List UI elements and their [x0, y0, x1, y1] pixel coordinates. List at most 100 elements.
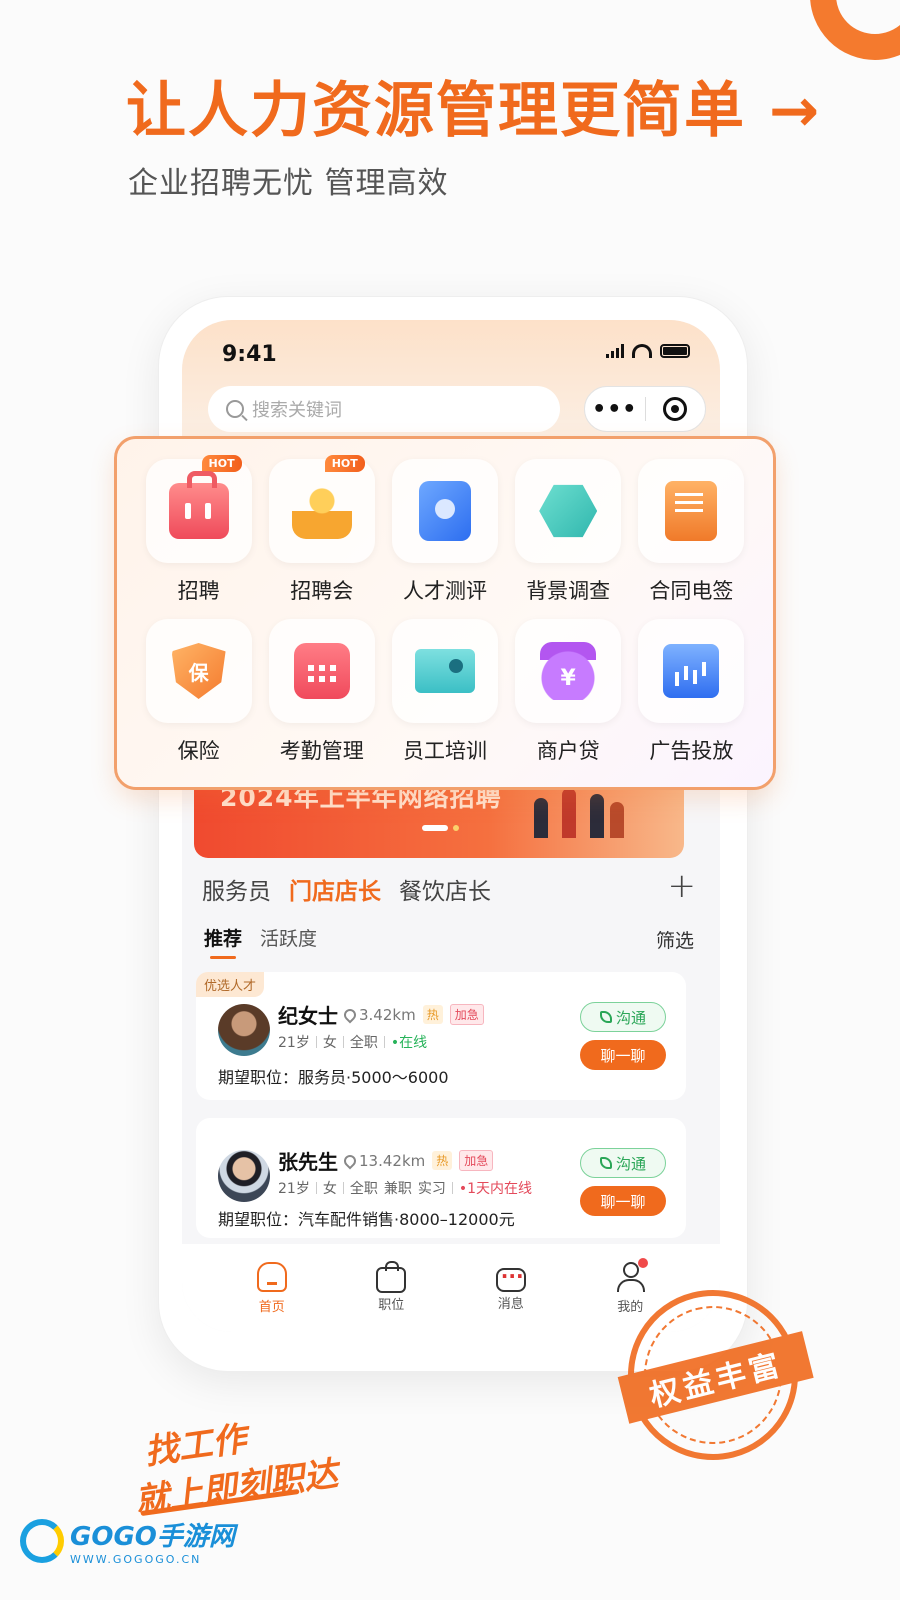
subheadline: 企业招聘无忧 管理高效 — [128, 166, 449, 201]
feature-tile — [391, 619, 498, 723]
feature-merchant-loan[interactable]: ¥ 商户贷 — [507, 619, 630, 765]
feature-label: 保险 — [177, 739, 220, 763]
candidate-meta: 21岁 女 全职 •在线 — [278, 1032, 427, 1052]
bar-chart-icon — [663, 644, 720, 698]
people-icon — [291, 483, 352, 539]
feature-e-contract[interactable]: 合同电签 — [630, 459, 753, 605]
gender: 女 — [322, 1181, 337, 1197]
candidate-name: 纪女士 — [278, 1004, 338, 1028]
stamp-text: 权益丰富 — [646, 1347, 787, 1415]
feature-tile — [268, 619, 375, 723]
tab-jobs[interactable]: 职位 — [361, 1260, 421, 1313]
target-icon — [663, 397, 688, 421]
candidate-name: 张先生 — [278, 1150, 338, 1174]
tab-activity[interactable]: 活跃度 — [260, 924, 317, 951]
feature-insurance[interactable]: 保 保险 — [137, 619, 260, 765]
shield-icon: 保 — [171, 643, 226, 699]
search-icon — [226, 400, 244, 418]
distance-value: 3.42km — [359, 1005, 416, 1024]
signal-icon — [606, 344, 624, 358]
contract-icon — [665, 481, 718, 541]
watermark-url: WWW.GOGOGO.CN — [70, 1553, 202, 1566]
message-icon — [495, 1264, 526, 1292]
close-miniapp-button[interactable] — [646, 397, 706, 421]
contact-button[interactable]: 沟通 — [580, 1148, 666, 1178]
calendar-icon — [293, 643, 350, 699]
hot-badge: HOT — [201, 455, 242, 472]
age: 21岁 — [278, 1181, 310, 1197]
age: 21岁 — [278, 1035, 310, 1051]
feature-label: 背景调查 — [526, 579, 611, 603]
miniapp-capsule: ••• — [584, 386, 706, 432]
avatar — [218, 1150, 270, 1202]
avatar — [218, 1004, 270, 1056]
feature-label: 招聘会 — [290, 579, 354, 603]
tab-restaurant-manager[interactable]: 餐饮店长 — [399, 872, 491, 906]
tab-label: 消息 — [497, 1296, 524, 1312]
tab-label: 首页 — [258, 1299, 285, 1315]
location-pin-icon — [341, 1006, 359, 1023]
contact-button[interactable]: 沟通 — [580, 1002, 666, 1032]
feature-job-fair[interactable]: HOT 招聘会 — [260, 455, 383, 605]
watermark-name: GOGO手游网 — [70, 1522, 235, 1552]
distance: 3.42km 热 加急 — [341, 1004, 484, 1025]
notification-dot — [638, 1257, 649, 1268]
feature-tile — [391, 459, 498, 563]
online-status: •1天内在线 — [458, 1181, 532, 1197]
phone-icon — [599, 1011, 612, 1023]
distance: 13.42km 热 加急 — [341, 1150, 494, 1171]
tab-store-manager[interactable]: 门店店长 — [289, 872, 381, 906]
candidate-card[interactable]: 优选人才 纪女士 3.42km 热 加急 21岁 女 全职 •在线 期望职位：服… — [196, 972, 686, 1100]
feature-advertising[interactable]: 广告投放 — [630, 619, 753, 765]
watermark: GOGO手游网 WWW.GOGOGO.CN — [20, 1516, 235, 1566]
feature-label: 商户贷 — [536, 739, 600, 763]
candidate-card[interactable]: 张先生 13.42km 热 加急 21岁 女 全职 兼职 实习 •1天内在线 期… — [196, 1118, 686, 1238]
more-menu-icon[interactable]: ••• — [585, 397, 645, 422]
home-icon — [256, 1261, 287, 1292]
feature-tile — [638, 459, 745, 563]
chat-button[interactable]: 聊一聊 — [580, 1040, 666, 1070]
feature-training[interactable]: 员工培训 — [383, 619, 506, 765]
expected-position: 期望职位：服务员·5000～6000 — [218, 1068, 449, 1087]
feature-grid: HOT 招聘 HOT 招聘会 人才测评 背景调查 合同电签 保 保险 考勤管理 — [137, 455, 753, 765]
hot-chip: 热 — [432, 1151, 453, 1170]
watermark-text: GOGO手游网 WWW.GOGOGO.CN — [70, 1516, 235, 1566]
battery-icon — [660, 344, 690, 358]
feature-label: 员工培训 — [402, 739, 487, 763]
tab-recommended[interactable]: 推荐 — [204, 924, 242, 959]
online-status: •在线 — [390, 1035, 428, 1051]
feature-attendance[interactable]: 考勤管理 — [260, 619, 383, 765]
location-pin-icon — [341, 1152, 359, 1169]
tab-profile[interactable]: 我的 — [600, 1257, 660, 1315]
feature-grid-panel: HOT 招聘 HOT 招聘会 人才测评 背景调查 合同电签 保 保险 考勤管理 — [114, 436, 776, 790]
tab-home[interactable]: 首页 — [242, 1261, 302, 1315]
wifi-icon — [632, 344, 652, 358]
gender: 女 — [322, 1035, 337, 1051]
add-category-button[interactable]: + — [668, 866, 697, 906]
tab-waiter[interactable]: 服务员 — [202, 872, 271, 906]
category-tabs: 服务员 门店店长 餐饮店长 — [202, 872, 491, 906]
hot-badge: HOT — [324, 455, 365, 472]
feature-background-check[interactable]: 背景调查 — [507, 459, 630, 605]
feature-tile: HOT — [145, 455, 252, 563]
feature-assessment[interactable]: 人才测评 — [383, 459, 506, 605]
feature-label: 人才测评 — [402, 579, 487, 603]
tab-label: 职位 — [378, 1297, 405, 1313]
search-bar[interactable]: 搜索关键词 — [208, 386, 560, 432]
urgent-chip: 加急 — [449, 1004, 484, 1025]
briefcase-icon — [168, 471, 229, 539]
urgent-chip: 加急 — [459, 1150, 494, 1171]
hot-chip: 热 — [422, 1005, 443, 1024]
bottom-tabbar: 首页 职位 消息 我的 — [182, 1244, 720, 1332]
tab-messages[interactable]: 消息 — [481, 1264, 541, 1312]
status-time: 9:41 — [222, 342, 277, 367]
status-icons — [606, 344, 690, 358]
feature-tile — [638, 619, 745, 723]
stamp-band: 权益丰富 — [617, 1331, 814, 1424]
feature-tile — [515, 459, 622, 563]
candidate-meta: 21岁 女 全职 兼职 实习 •1天内在线 — [278, 1178, 532, 1198]
corner-decoration — [810, 0, 900, 60]
chat-button[interactable]: 聊一聊 — [580, 1186, 666, 1216]
filter-button[interactable]: 筛选 — [656, 926, 694, 953]
feature-recruit[interactable]: HOT 招聘 — [137, 455, 260, 605]
